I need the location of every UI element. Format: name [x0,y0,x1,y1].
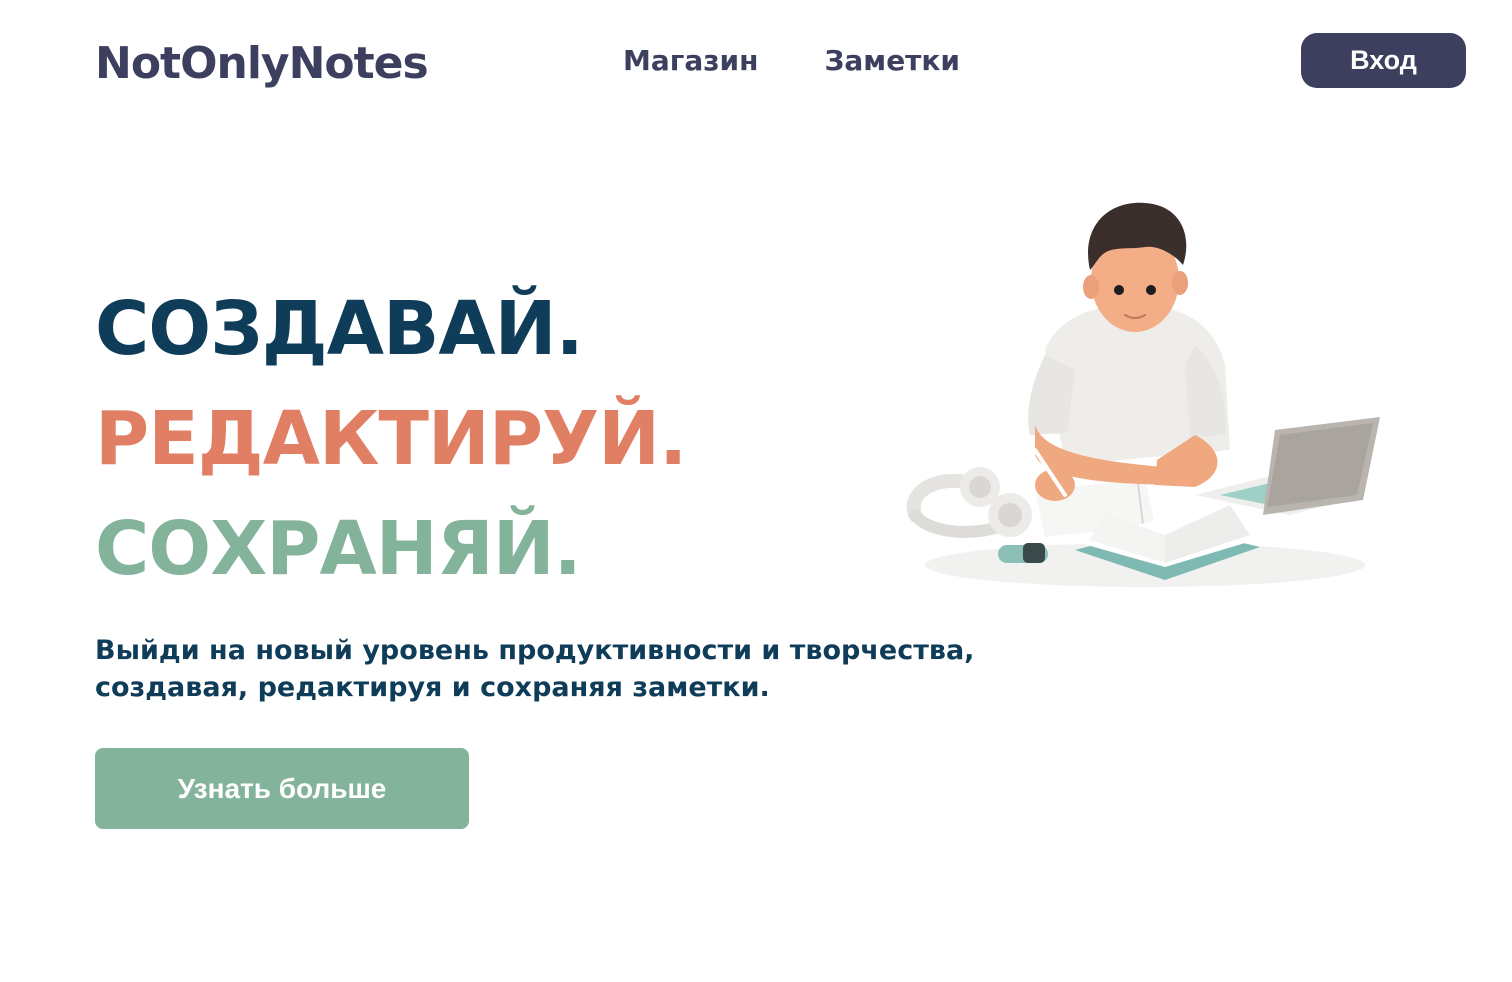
headline-create: СОЗДАВАЙ. [95,286,584,372]
main-nav: Магазин Заметки [623,44,960,77]
person-writing-illustration [906,202,1380,587]
headline-edit: РЕДАКТИРУЙ. [95,396,687,482]
landing-page: NotOnlyNotes Магазин Заметки Вход СОЗДАВ… [0,0,1512,982]
hero-subtitle: Выйди на новый уровень продуктивности и … [95,632,1055,706]
headline-save: СОХРАНЯЙ. [95,506,582,592]
login-button[interactable]: Вход [1301,33,1466,88]
person-figure [1028,202,1230,501]
watch-icon [998,543,1048,563]
nav-link-notes[interactable]: Заметки [825,44,961,77]
hero-subtitle-line-2: создавая, редактируя и сохраняя заметки. [95,672,770,703]
hero-subtitle-line-1: Выйди на новый уровень продуктивности и … [95,635,975,666]
nav-link-shop[interactable]: Магазин [623,44,759,77]
logo[interactable]: NotOnlyNotes [95,38,429,89]
headphones-icon [906,467,1032,538]
learn-more-button[interactable]: Узнать больше [95,748,469,829]
